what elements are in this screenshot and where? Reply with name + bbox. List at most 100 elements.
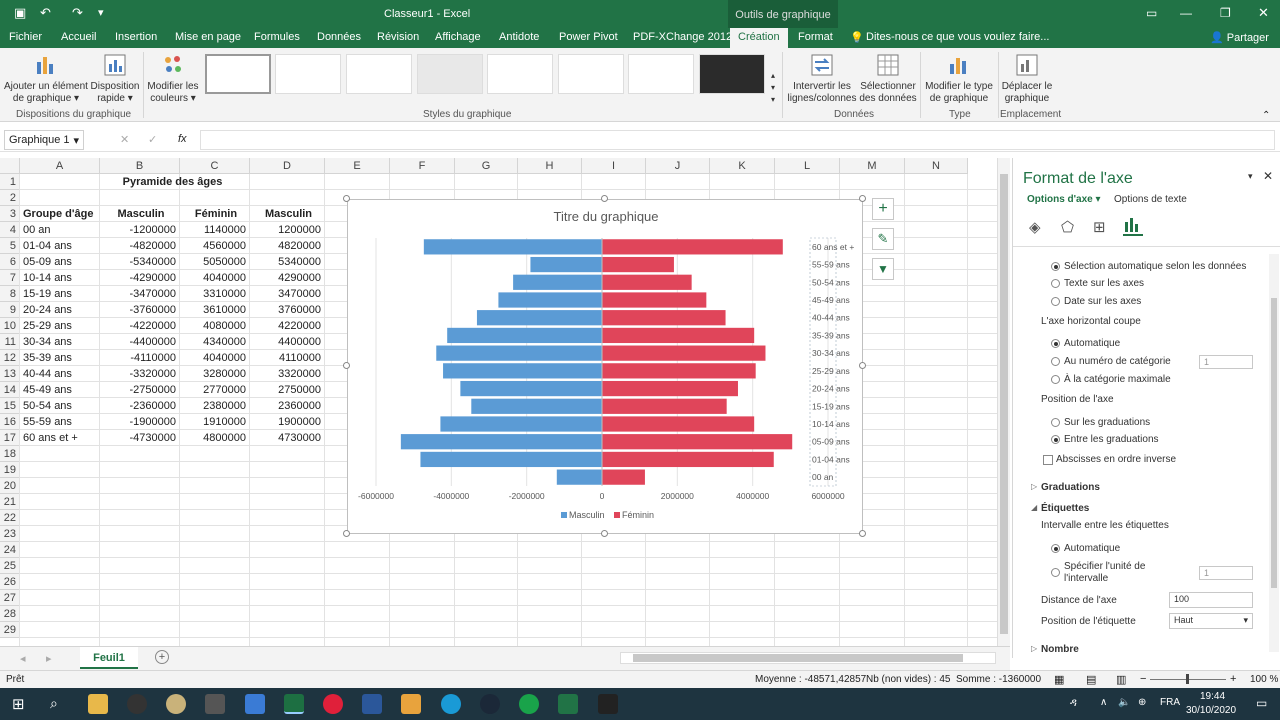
radio-on-ticks[interactable]	[1051, 418, 1060, 427]
tab-text-options[interactable]: Options de texte	[1114, 194, 1187, 205]
category-label[interactable]: 45-49 ans	[812, 295, 850, 305]
category-label[interactable]: 60 ans et +	[812, 242, 854, 252]
age-group-cell[interactable]: 45-49 ans	[23, 382, 102, 398]
radio-text-axis[interactable]	[1051, 279, 1060, 288]
table-header-cell[interactable]: Groupe d'âge	[23, 206, 99, 222]
label-position-select[interactable]: Haut ▾	[1169, 613, 1253, 629]
column-header-L[interactable]: L	[775, 158, 840, 174]
chart-style-8[interactable]	[699, 54, 765, 94]
chart-styles-brush-icon[interactable]: ✎	[872, 228, 894, 250]
column-header-J[interactable]: J	[646, 158, 710, 174]
value-cell[interactable]: 1140000	[180, 222, 249, 238]
value-cell[interactable]: 1200000	[250, 222, 324, 238]
value-cell[interactable]: 4800000	[180, 430, 249, 446]
tab-creation[interactable]: Création	[730, 28, 788, 48]
pane-scrollbar[interactable]	[1269, 254, 1279, 652]
row-header-3[interactable]: 3	[0, 206, 20, 222]
x-tick-label[interactable]: -6000000	[358, 491, 394, 501]
value-cell[interactable]: -4820000	[100, 238, 179, 254]
add-chart-element-button[interactable]: Ajouter un élément de graphique ▾	[3, 52, 89, 105]
value-cell[interactable]: 4110000	[250, 350, 324, 366]
value-cell[interactable]: 4040000	[180, 270, 249, 286]
value-cell[interactable]: 3610000	[180, 302, 249, 318]
bar-masculin[interactable]	[530, 256, 602, 273]
category-label[interactable]: 55-59 ans	[812, 260, 850, 270]
bar-feminin[interactable]	[602, 434, 793, 450]
value-cell[interactable]: -4110000	[100, 350, 179, 366]
zoom-out-icon[interactable]: −	[1140, 673, 1146, 685]
row-header-25[interactable]: 25	[0, 558, 20, 574]
name-box[interactable]: Graphique 1 ▾	[4, 130, 84, 150]
bar-feminin[interactable]	[602, 416, 755, 432]
horizontal-scrollbar[interactable]	[620, 652, 996, 664]
row-header-29[interactable]: 29	[0, 622, 20, 638]
radio-max-category[interactable]	[1051, 375, 1060, 384]
bar-feminin[interactable]	[602, 451, 774, 468]
radio-at-category[interactable]	[1051, 357, 1060, 366]
collapse-ribbon-icon[interactable]: ⌃	[1262, 110, 1270, 121]
value-cell[interactable]: -2360000	[100, 398, 179, 414]
value-cell[interactable]: 1900000	[250, 414, 324, 430]
radio-date-axis[interactable]	[1051, 297, 1060, 306]
row-header-1[interactable]: 1	[0, 174, 20, 190]
age-group-cell[interactable]: 20-24 ans	[23, 302, 102, 318]
value-cell[interactable]: 2380000	[180, 398, 249, 414]
tell-me-input[interactable]: Dites-nous ce que vous voulez faire...	[866, 31, 1049, 43]
row-header-4[interactable]: 4	[0, 222, 20, 238]
legend-swatch[interactable]	[561, 512, 567, 518]
zoom-in-icon[interactable]: +	[1230, 673, 1236, 685]
chart-style-6[interactable]	[558, 54, 624, 94]
checkbox-reverse-order[interactable]	[1043, 455, 1053, 465]
column-header-D[interactable]: D	[250, 158, 325, 174]
row-header-2[interactable]: 2	[0, 190, 20, 206]
value-cell[interactable]: -5340000	[100, 254, 179, 270]
row-header-18[interactable]: 18	[0, 446, 20, 462]
value-cell[interactable]: 4560000	[180, 238, 249, 254]
radio-interval-specify[interactable]	[1051, 568, 1060, 577]
effects-pentagon-icon[interactable]: ⬠	[1061, 218, 1074, 236]
age-group-cell[interactable]: 40-44 ans	[23, 366, 102, 382]
legend-swatch[interactable]	[614, 512, 620, 518]
row-header-8[interactable]: 8	[0, 286, 20, 302]
bar-feminin[interactable]	[602, 380, 738, 397]
tab-format[interactable]: Format	[798, 31, 833, 43]
legend-label[interactable]: Féminin	[622, 510, 654, 520]
quick-layout-button[interactable]: Disposition rapide ▾	[89, 52, 141, 105]
bar-feminin[interactable]	[602, 345, 766, 361]
bar-feminin[interactable]	[602, 274, 692, 290]
bar-masculin[interactable]	[436, 345, 602, 361]
radio-cross-automatic[interactable]	[1051, 339, 1060, 348]
select-all-corner[interactable]	[0, 158, 20, 174]
category-label[interactable]: 00 an	[812, 472, 834, 482]
value-cell[interactable]: -4220000	[100, 318, 179, 334]
section-graduations[interactable]: Graduations	[1041, 482, 1100, 493]
section-nombre[interactable]: Nombre	[1041, 644, 1079, 655]
tab-power-pivot[interactable]: Power Pivot	[559, 31, 618, 43]
bar-feminin[interactable]	[602, 469, 645, 485]
age-group-cell[interactable]: 01-04 ans	[23, 238, 102, 254]
chart-filter-icon[interactable]: ▼	[872, 258, 894, 280]
section-etiquettes[interactable]: Étiquettes	[1041, 503, 1089, 514]
row-header-5[interactable]: 5	[0, 238, 20, 254]
bar-feminin[interactable]	[602, 239, 783, 255]
age-group-cell[interactable]: 25-29 ans	[23, 318, 102, 334]
x-tick-label[interactable]: 0	[600, 491, 605, 501]
row-header-6[interactable]: 6	[0, 254, 20, 270]
row-header-20[interactable]: 20	[0, 478, 20, 494]
value-cell[interactable]: 4220000	[250, 318, 324, 334]
age-group-cell[interactable]: 55-59 ans	[23, 414, 102, 430]
ribbon-display-icon[interactable]: ▭	[1146, 6, 1157, 20]
excel-taskbar-icon[interactable]	[284, 694, 304, 714]
row-header-14[interactable]: 14	[0, 382, 20, 398]
value-cell[interactable]: -4730000	[100, 430, 179, 446]
row-header-17[interactable]: 17	[0, 430, 20, 446]
value-cell[interactable]: 3280000	[180, 366, 249, 382]
table-header-cell[interactable]: Féminin	[183, 206, 249, 222]
value-cell[interactable]: 4290000	[250, 270, 324, 286]
value-cell[interactable]: 5340000	[250, 254, 324, 270]
category-label[interactable]: 40-44 ans	[812, 313, 850, 323]
change-colors-button[interactable]: Modifier les couleurs ▾	[145, 52, 201, 105]
resize-handle-b[interactable]	[601, 530, 608, 537]
column-header-C[interactable]: C	[180, 158, 250, 174]
file-explorer-icon[interactable]	[88, 694, 108, 714]
